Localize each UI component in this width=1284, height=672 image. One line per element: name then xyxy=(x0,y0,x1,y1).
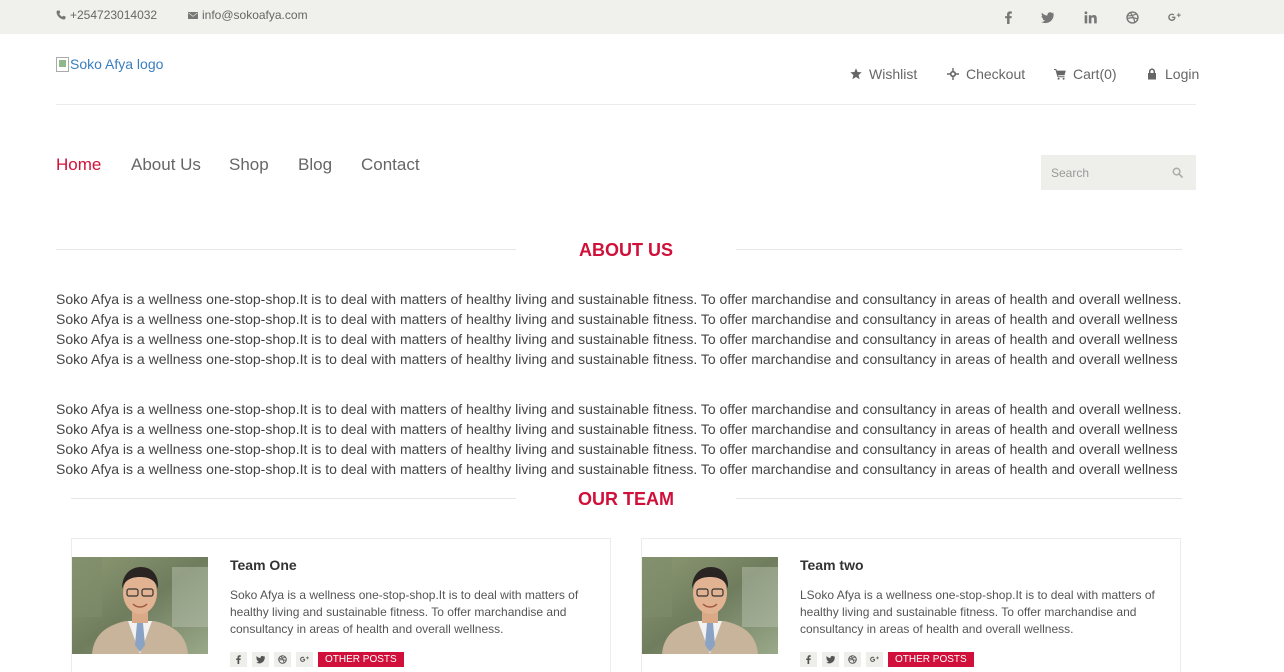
checkout-link[interactable]: Checkout xyxy=(947,66,1025,82)
team-member-photo xyxy=(72,557,208,654)
team-card: Team two LSoko Afya is a wellness one-st… xyxy=(641,538,1181,672)
linkedin-icon xyxy=(1084,10,1097,23)
team-card: Team One Soko Afya is a wellness one-sto… xyxy=(71,538,611,672)
our-team-title: OUR TEAM xyxy=(578,489,674,509)
cart-link[interactable]: Cart(0) xyxy=(1054,66,1117,82)
person-portrait-icon xyxy=(72,557,208,654)
nav-shop[interactable]: Shop xyxy=(229,155,269,175)
dribbble-icon xyxy=(848,655,857,664)
email-address: info@sokoafya.com xyxy=(202,8,308,22)
dribbble-button[interactable] xyxy=(274,652,291,667)
team-member-social: OTHER POSTS xyxy=(230,652,404,667)
about-paragraph-2-line: Soko Afya is a wellness one-stop-shop.It… xyxy=(56,441,1178,457)
star-icon xyxy=(850,68,862,80)
twitter-icon xyxy=(256,655,265,664)
about-paragraph-2-line: Soko Afya is a wellness one-stop-shop.It… xyxy=(56,401,1182,417)
checkout-label: Checkout xyxy=(966,66,1026,82)
about-paragraph-1-line: Soko Afya is a wellness one-stop-shop.It… xyxy=(56,351,1178,367)
crosshair-icon xyxy=(947,68,959,80)
header-divider xyxy=(56,104,1196,105)
wishlist-label: Wishlist xyxy=(869,66,918,82)
team-member-name: Team One xyxy=(230,557,297,573)
team-member-description: Soko Afya is a wellness one-stop-shop.It… xyxy=(230,588,579,636)
twitter-icon xyxy=(1040,11,1054,23)
broken-image-icon xyxy=(56,56,69,72)
facebook-link[interactable] xyxy=(996,0,1020,34)
login-link[interactable]: Login xyxy=(1146,66,1199,82)
team-member-social: OTHER POSTS xyxy=(800,652,974,667)
wishlist-link[interactable]: Wishlist xyxy=(850,66,917,82)
facebook-icon xyxy=(236,655,241,664)
cart-label: Cart(0) xyxy=(1073,66,1117,82)
twitter-icon xyxy=(826,655,835,664)
envelope-icon xyxy=(188,12,198,19)
nav-home[interactable]: Home xyxy=(56,155,101,175)
team-member-description: LSoko Afya is a wellness one-stop-shop.I… xyxy=(800,588,1155,636)
about-us-title: ABOUT US xyxy=(579,240,673,260)
facebook-button[interactable] xyxy=(230,652,247,667)
person-portrait-icon xyxy=(642,557,778,654)
login-label: Login xyxy=(1165,66,1200,82)
team-member-photo xyxy=(642,557,778,654)
nav-about-us[interactable]: About Us xyxy=(131,155,201,175)
phone-contact[interactable]: +254723014032 xyxy=(56,8,157,22)
team-member-name: Team two xyxy=(800,557,864,573)
about-paragraph-1-line: Soko Afya is a wellness one-stop-shop.It… xyxy=(56,331,1178,347)
about-paragraph-1-line: Soko Afya is a wellness one-stop-shop.It… xyxy=(56,291,1182,307)
other-posts-button[interactable]: OTHER POSTS xyxy=(318,652,404,667)
phone-number: +254723014032 xyxy=(70,8,158,22)
search-input[interactable] xyxy=(1041,165,1161,180)
about-paragraph-2: Soko Afya is a wellness one-stop-shop.It… xyxy=(56,399,1216,479)
top-bar: +254723014032 info@sokoafya.com xyxy=(0,0,1284,34)
google-plus-icon xyxy=(870,656,879,662)
google-plus-link[interactable] xyxy=(1162,0,1186,34)
about-paragraph-2-line: Soko Afya is a wellness one-stop-shop.It… xyxy=(56,421,1178,437)
other-posts-button[interactable]: OTHER POSTS xyxy=(888,652,974,667)
google-plus-icon xyxy=(1167,12,1181,21)
dribbble-icon xyxy=(1125,10,1139,24)
cart-icon xyxy=(1054,69,1066,80)
facebook-button[interactable] xyxy=(800,652,817,667)
facebook-icon xyxy=(1004,10,1012,24)
dribbble-link[interactable] xyxy=(1120,0,1144,34)
dribbble-icon xyxy=(278,655,287,664)
logo-alt-text: Soko Afya logo xyxy=(70,56,164,72)
about-paragraph-1: Soko Afya is a wellness one-stop-shop.It… xyxy=(56,289,1216,369)
google-plus-button[interactable] xyxy=(866,652,883,667)
dribbble-button[interactable] xyxy=(844,652,861,667)
linkedin-link[interactable] xyxy=(1078,0,1102,34)
nav-blog[interactable]: Blog xyxy=(298,155,332,175)
google-plus-button[interactable] xyxy=(296,652,313,667)
search-icon[interactable] xyxy=(1172,167,1183,178)
twitter-button[interactable] xyxy=(822,652,839,667)
email-contact[interactable]: info@sokoafya.com xyxy=(188,8,308,22)
nav-contact[interactable]: Contact xyxy=(361,155,420,175)
facebook-icon xyxy=(806,655,811,664)
site-logo[interactable]: Soko Afya logo xyxy=(56,56,163,72)
google-plus-icon xyxy=(300,656,309,662)
about-paragraph-2-line: Soko Afya is a wellness one-stop-shop.It… xyxy=(56,461,1178,477)
phone-icon xyxy=(56,10,66,20)
search-box xyxy=(1041,155,1196,190)
twitter-button[interactable] xyxy=(252,652,269,667)
about-paragraph-1-line: Soko Afya is a wellness one-stop-shop.It… xyxy=(56,311,1178,327)
lock-icon xyxy=(1148,68,1156,80)
twitter-link[interactable] xyxy=(1035,0,1059,34)
